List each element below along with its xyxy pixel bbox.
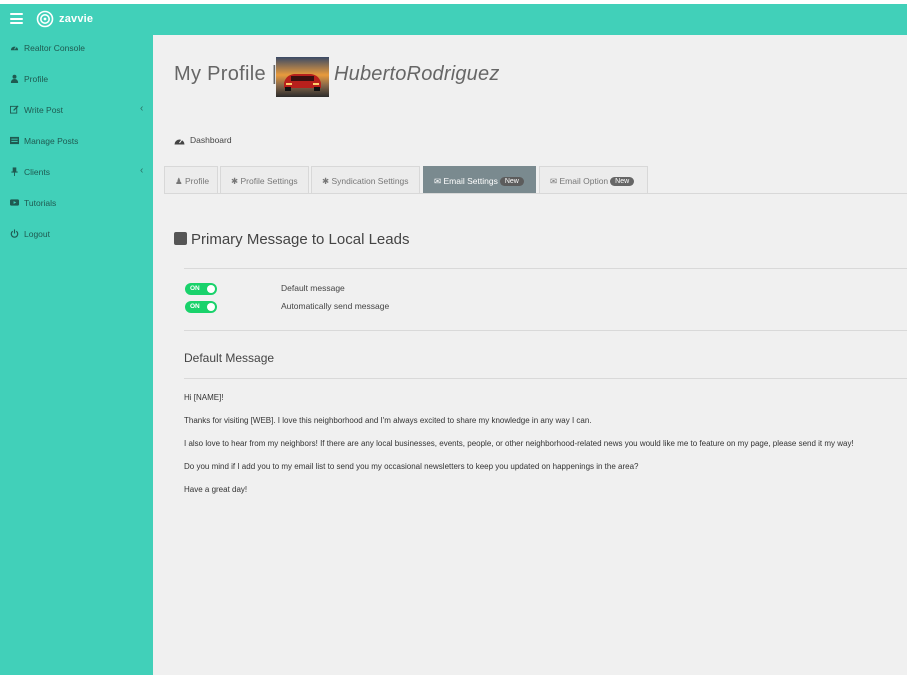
section-title: Primary Message to Local Leads [174, 231, 409, 248]
envelope-icon: ✉ [550, 176, 558, 186]
user-icon: ♟ [175, 176, 183, 186]
sidebar-item-clients[interactable]: Clients ‹ [0, 162, 153, 182]
square-icon [174, 232, 187, 245]
breadcrumb-label: Dashboard [190, 135, 232, 145]
zavvie-logo-icon[interactable] [36, 10, 54, 28]
user-name: HubertoRodriguez [334, 63, 500, 85]
dashboard-icon [174, 139, 185, 145]
new-badge: New [499, 177, 524, 186]
power-icon [10, 229, 19, 238]
chevron-left-icon[interactable]: ‹ [140, 103, 143, 114]
sidebar-item-label: Realtor Console [24, 43, 85, 53]
sidebar-item-profile[interactable]: Profile [0, 69, 153, 89]
sidebar-item-tutorials[interactable]: Tutorials [0, 193, 153, 213]
main-content: My Profile | HubertoRodriguez Dashboard … [153, 35, 907, 675]
sidebar-item-label: Manage Posts [24, 136, 79, 146]
tab-bar: ♟ Profile ✱ Profile Settings ✱ Syndicati… [164, 166, 907, 194]
auto-send-toggle[interactable]: ON [185, 301, 217, 313]
breadcrumb[interactable]: Dashboard [174, 135, 232, 145]
edit-icon [10, 105, 19, 114]
toggle-label: Automatically send message [281, 301, 390, 311]
page-title: My Profile | [174, 63, 278, 85]
tab-label: Syndication Settings [331, 176, 409, 186]
section-title-text: Primary Message to Local Leads [191, 231, 410, 248]
tab-syndication-settings[interactable]: ✱ Syndication Settings [311, 166, 420, 193]
gear-icon: ✱ [231, 176, 239, 186]
tab-label: Email Settings [443, 176, 498, 186]
new-badge: New [610, 177, 635, 186]
message-line: Hi [NAME]! [184, 393, 224, 402]
divider [184, 268, 907, 269]
tab-email-settings[interactable]: ✉ Email Settings New [423, 166, 536, 193]
user-icon [10, 74, 19, 83]
chevron-left-icon[interactable]: ‹ [140, 165, 143, 176]
message-line: Thanks for visiting [WEB]. I love this n… [184, 416, 592, 425]
tab-label: Email Option [559, 176, 609, 186]
tab-profile[interactable]: ♟ Profile [164, 166, 218, 193]
sidebar-item-logout[interactable]: Logout [0, 224, 153, 244]
sidebar-item-realtor-console[interactable]: Realtor Console [0, 38, 153, 58]
envelope-icon: ✉ [434, 176, 442, 186]
sidebar: Realtor Console Profile Write Post ‹ Man… [0, 35, 153, 675]
message-line: Do you mind if I add you to my email lis… [184, 462, 639, 471]
sidebar-item-label: Clients [24, 167, 50, 177]
hamburger-menu-icon[interactable] [10, 13, 23, 24]
dashboard-icon [10, 46, 19, 51]
sidebar-item-label: Write Post [24, 105, 64, 115]
message-line: I also love to hear from my neighbors! I… [184, 439, 854, 448]
toggle-knob [207, 303, 215, 311]
divider [184, 330, 907, 331]
toggle-knob [207, 285, 215, 293]
divider [184, 378, 907, 379]
sidebar-item-label: Profile [24, 74, 49, 84]
sidebar-item-label: Logout [24, 229, 50, 239]
pin-icon [11, 167, 18, 176]
toggle-label: Default message [281, 283, 345, 293]
default-message-toggle[interactable]: ON [185, 283, 217, 295]
toggle-state: ON [190, 303, 200, 310]
toggle-state: ON [190, 285, 200, 292]
tab-email-option[interactable]: ✉ Email Option New [539, 166, 648, 193]
tab-label: Profile Settings [240, 176, 298, 186]
avatar[interactable] [276, 57, 329, 97]
sidebar-item-manage-posts[interactable]: Manage Posts [0, 131, 153, 151]
message-line: Have a great day! [184, 485, 248, 494]
tab-profile-settings[interactable]: ✱ Profile Settings [220, 166, 309, 193]
logo-text[interactable]: zavvie [59, 13, 93, 25]
video-icon [10, 199, 19, 206]
list-icon [10, 136, 19, 145]
default-message-heading: Default Message [184, 351, 275, 365]
gear-icon: ✱ [322, 176, 330, 186]
sidebar-item-label: Tutorials [24, 198, 57, 208]
tab-label: Profile [185, 176, 210, 186]
top-bar: zavvie [0, 4, 907, 35]
sidebar-item-write-post[interactable]: Write Post ‹ [0, 100, 153, 120]
